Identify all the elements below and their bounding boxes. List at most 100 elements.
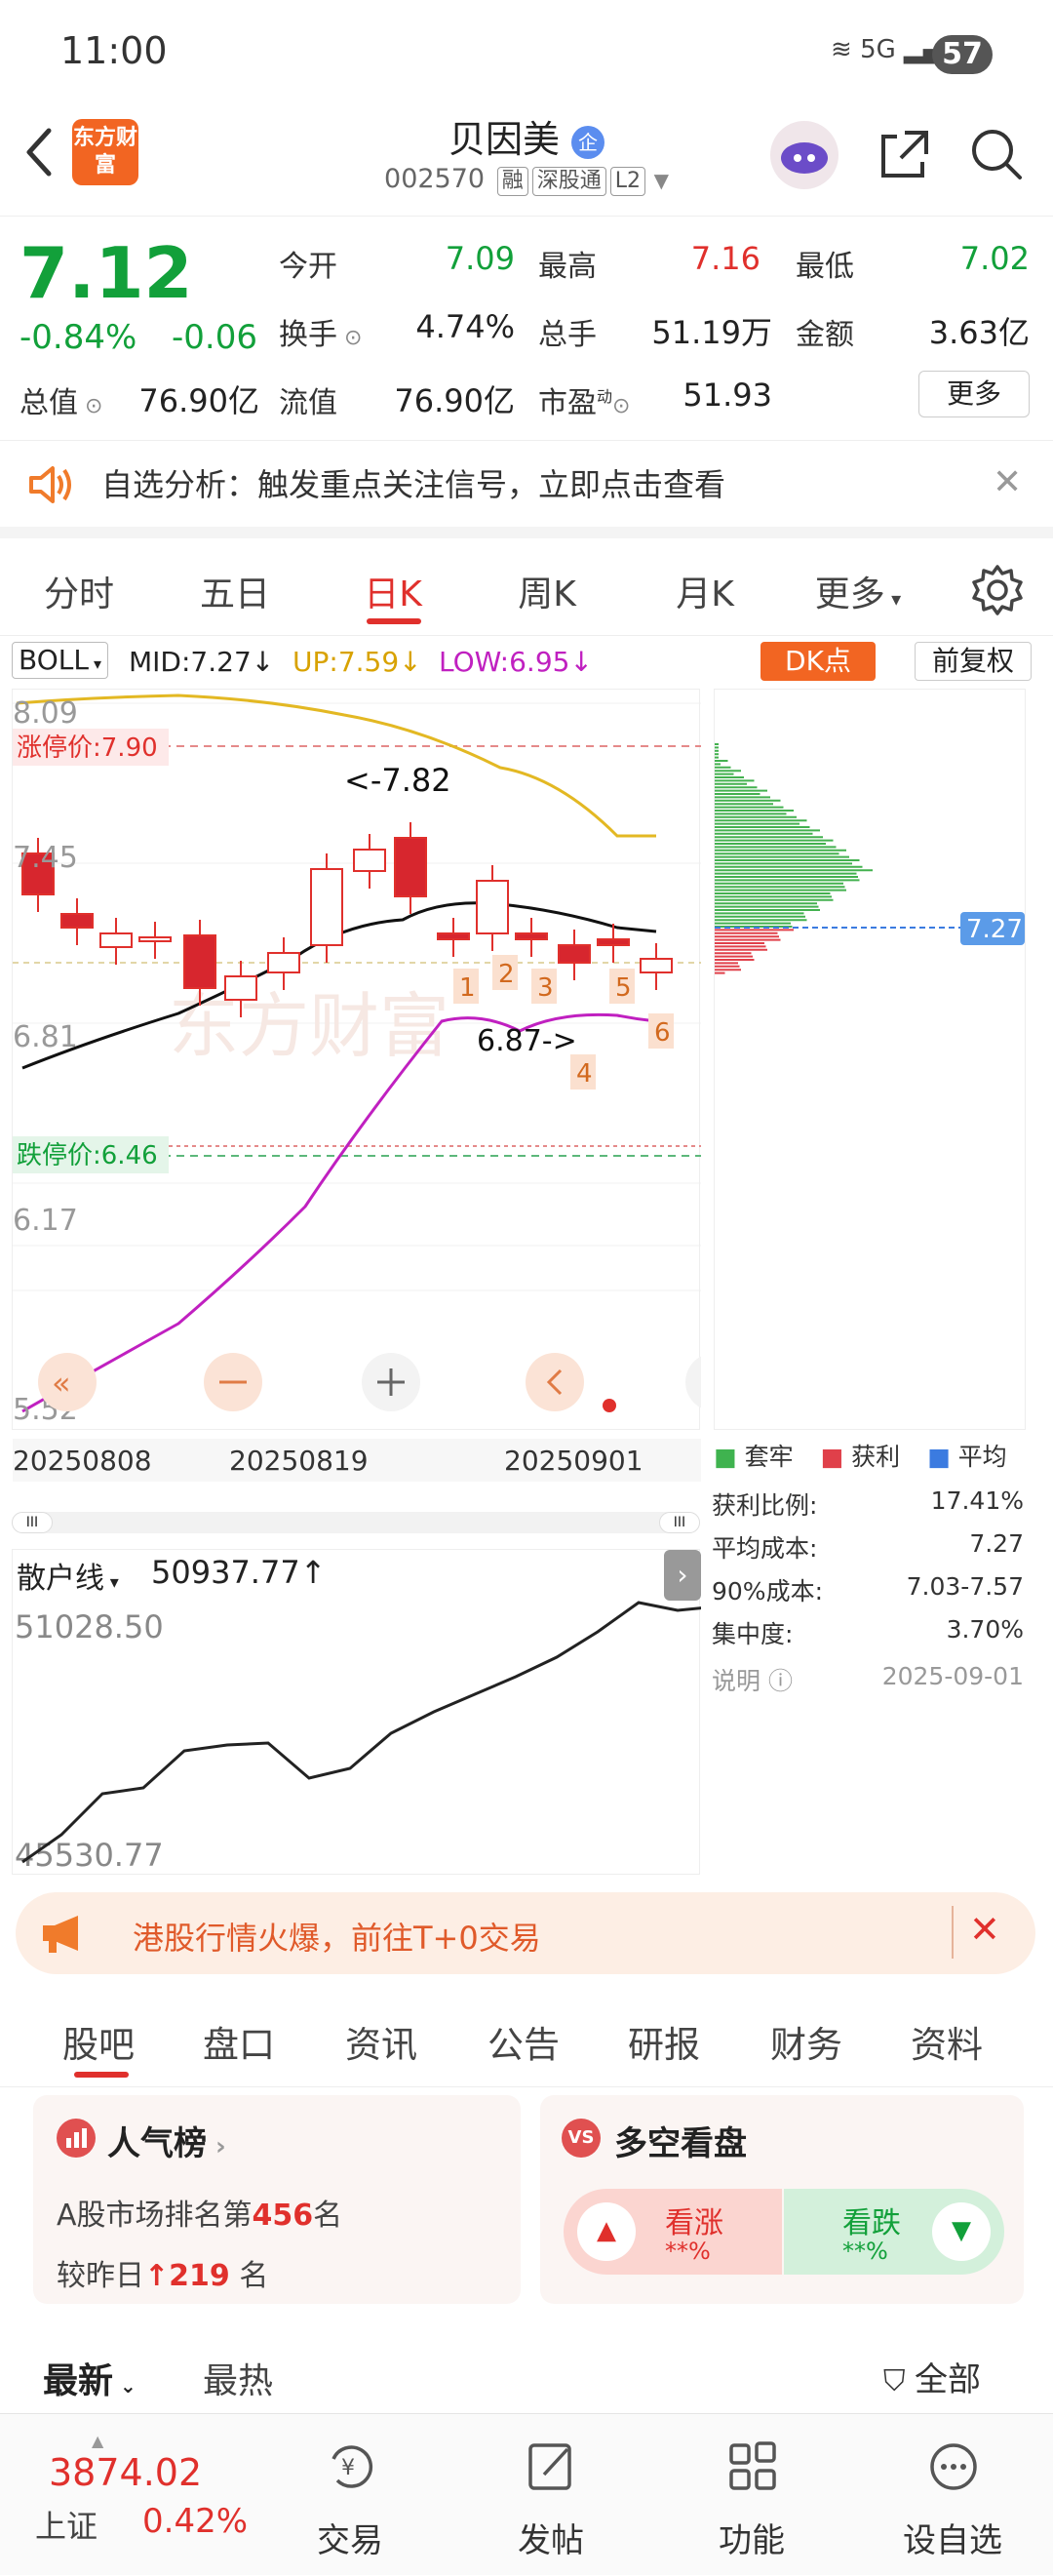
tag-margin: 融 [496,167,528,196]
ytick-3: 6.81 [13,1020,78,1054]
tab-monthly-k[interactable]: 月K [632,566,778,616]
long-short-title: 多空看盘 [614,2124,747,2163]
edit-icon [528,2443,571,2490]
adjust-button[interactable]: 前复权 [915,642,1032,681]
stat-90-cost: 90%成本: 7.03-7.57 [712,1572,1024,1605]
candle [310,868,343,946]
content-tabs: 股吧 盘口 资讯 公告 研报 财务 资料 [0,1990,1053,2087]
svg-text:«: « [52,1365,71,1402]
tab-intraday[interactable]: 分时 [6,566,152,616]
popularity-title: 人气榜 › [107,2124,226,2163]
ytick-2: 7.45 [13,841,78,875]
info-icon[interactable]: ⓘ [768,1667,793,1695]
bear-button[interactable]: 看跌 **% ▼ [784,2189,1004,2275]
chevron-down-icon[interactable]: ▼ [654,169,669,192]
chart-controls[interactable]: « [38,1353,906,1411]
filter-icon: ⛉ [883,2364,916,2398]
open-value: 7.09 [445,240,515,277]
popularity-card[interactable]: 人气榜 › A股市场排名第456名 较昨日↑219 名 [33,2095,521,2304]
date-axis: 20250808 20250819 20250901 [13,1439,701,1482]
enterprise-badge-icon: 企 [571,125,605,159]
dk-point-button[interactable]: DK点 [760,642,876,681]
stock-header: 东方财富 贝因美 企 002570 融深股通 L2 ▼ [0,109,1053,217]
tab-research[interactable]: 研报 [628,2015,700,2068]
marker-6: 6 [654,1018,671,1048]
retail-line-chart[interactable]: 散户线 ▾ 50937.77↑ 51028.50 45530.77 › [12,1549,701,1875]
chip-svg: 7.27 [715,743,1027,974]
tab-weekly-k[interactable]: 周K [474,566,620,616]
close-icon[interactable]: ✕ [969,1908,1000,1951]
nav-add-watchlist[interactable]: 设自选 [879,2414,1026,2576]
grid-icon [729,2441,776,2490]
settings-icon[interactable] [969,562,1026,618]
sort-hot[interactable]: 最热 [203,2353,273,2403]
index-change: 0.42% [142,2502,249,2541]
stat-concentration: 集中度: 3.70% [712,1615,1024,1648]
share-icon[interactable] [876,125,934,183]
popularity-rank: A股市场排名第456名 [57,2199,343,2233]
volume-value: 51.19万 [651,314,772,351]
index-ticker[interactable]: ▲ 3874.02 上证 0.42% [31,2432,249,2558]
candle [394,837,427,897]
marker-3: 3 [537,973,554,1003]
last-price: 7.12 [20,232,193,314]
candle [138,936,172,942]
long-short-card: VS 多空看盘 ▲ 看涨 **% 看跌 **% ▼ [540,2095,1024,2304]
expand-right-icon[interactable]: › [664,1550,701,1601]
sort-latest[interactable]: 最新 ⌄ [43,2353,136,2403]
candle [476,880,509,934]
filter-all[interactable]: ⛉ 全部 [883,2353,981,2400]
info-icon[interactable]: ⊙ [78,394,102,418]
boll-low-line [21,1012,657,1413]
status-bar: 11:00 ≋ 5G ▂▄▆ 57 [0,0,1053,109]
notice-text: 自选分析：触发重点关注信号，立即点击查看 [101,466,726,503]
tab-daily-k[interactable]: 日K [320,566,466,616]
tab-five-day[interactable]: 五日 [162,566,308,616]
tag-l2: L2 [609,167,645,196]
candle [60,913,94,929]
nav-trade[interactable]: ¥ 交易 [277,2414,423,2576]
chevron-down-icon: ⌄ [113,2374,136,2398]
nav-functions[interactable]: 功能 [679,2414,825,2576]
caret-down-icon: ▾ [884,587,902,611]
search-icon[interactable] [967,125,1026,183]
tab-announcements[interactable]: 公告 [488,2015,560,2068]
feed-sort-tabs: 最新 ⌄ 最热 ⛉ 全部 [0,2341,1053,2413]
tab-more[interactable]: 更多 ▾ [790,566,926,616]
candle [224,975,257,1001]
info-icon[interactable]: ⊙ [612,394,630,418]
status-time: 11:00 [60,29,168,72]
tab-order-book[interactable]: 盘口 [203,2015,275,2068]
indicator-select[interactable]: BOLL ▾ [12,642,109,679]
volume-label: 总手 [538,318,597,352]
high-value: 7.16 [690,240,760,277]
tab-news[interactable]: 资讯 [345,2015,417,2068]
tab-profile[interactable]: 资料 [911,2015,983,2068]
retail-line [21,1601,701,1864]
bull-button[interactable]: ▲ 看涨 **% [564,2189,782,2275]
notice-bar[interactable]: 自选分析：触发重点关注信号，立即点击查看 ✕ [0,441,1053,538]
tab-indicator [367,618,421,624]
open-label: 今开 [279,250,337,284]
chip-avg-label: 7.27 [966,915,1023,944]
chart-scrollbar[interactable]: III III [12,1512,700,1533]
candle [597,938,630,946]
stock-code: 002570 [384,164,486,194]
promo-banner[interactable]: 港股行情火爆，前往T+0交易 ✕ [16,1892,1035,1974]
assistant-avatar-icon[interactable] [770,121,838,189]
high-annotation: <-7.82 [344,762,451,799]
info-icon[interactable]: ⊙ [337,326,362,350]
nav-post[interactable]: 发帖 [478,2414,624,2576]
period-tabs: 分时 五日 日K 周K 月K 更多 ▾ [0,546,1053,636]
kline-svg: 东方财富 8.09 7.45 6.81 6.17 5.52 涨停价:7.90 跌… [13,694,906,1427]
candle [558,944,591,964]
kline-chart[interactable]: 东方财富 8.09 7.45 6.81 6.17 5.52 涨停价:7.90 跌… [12,689,906,1482]
tab-financials[interactable]: 财务 [770,2015,842,2068]
quote-panel: 7.12 -0.84% -0.06 今开 7.09 最高 7.16 最低 7.0… [0,217,1053,441]
candle [267,952,300,973]
tab-forum[interactable]: 股吧 [62,2015,135,2068]
close-icon[interactable]: ✕ [993,462,1022,502]
pe-label: 市盈动⊙ [538,386,631,420]
more-button[interactable]: 更多 [918,371,1030,417]
date-tick-2: 20250819 [229,1445,369,1477]
